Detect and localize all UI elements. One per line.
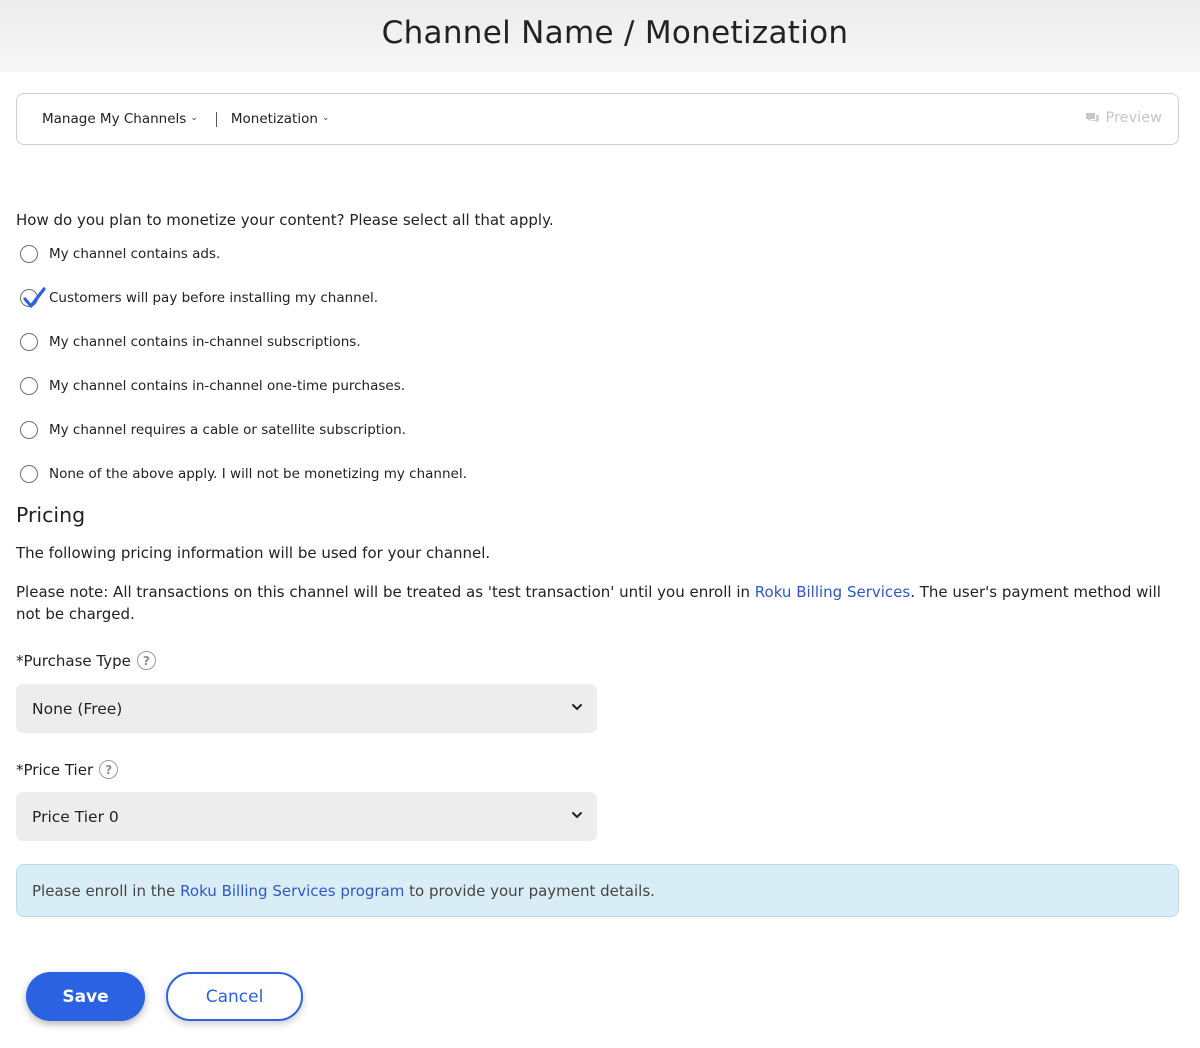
nav-separator [215, 111, 217, 127]
enroll-info-prefix: Please enroll in the [32, 881, 176, 900]
price-tier-label: *Price Tier ? [16, 760, 119, 779]
channel-nav-bar: Manage My Channels ⌄ Monetization ⌄ Prev… [16, 93, 1179, 145]
option-one-time-purchases-label: My channel contains in-channel one-time … [49, 378, 406, 394]
price-tier-label-text: *Price Tier [16, 760, 94, 779]
monetization-question: How do you plan to monetize your content… [16, 211, 554, 229]
option-pay-before-install-checkbox[interactable] [20, 287, 46, 308]
enroll-info-suffix: to provide your payment details. [409, 881, 655, 900]
nav-monetization-label: Monetization [230, 111, 318, 127]
chevron-down-icon: ⌄ [190, 113, 198, 123]
purchase-type-label-text: *Purchase Type [16, 651, 131, 670]
checkmark-icon [23, 287, 46, 308]
roku-billing-program-link[interactable]: Roku Billing Services program [180, 882, 404, 900]
option-ads[interactable]: My channel contains ads. [20, 244, 467, 264]
monetization-options: My channel contains ads. Customers will … [20, 244, 467, 508]
chevron-down-icon: ⌄ [321, 113, 330, 123]
enroll-info-banner: Please enroll in the Roku Billing Servic… [16, 864, 1179, 917]
option-cable-satellite-checkbox[interactable] [20, 421, 38, 439]
roku-billing-services-link[interactable]: Roku Billing Services [755, 583, 910, 601]
chevron-down-icon [572, 704, 582, 711]
option-ads-label: My channel contains ads. [49, 246, 221, 262]
price-tier-select[interactable]: Price Tier 0 [16, 792, 597, 841]
preview-button[interactable]: Preview [1085, 110, 1162, 126]
option-subscriptions-label: My channel contains in-channel subscript… [49, 334, 361, 350]
pricing-note-prefix: Please note: All transactions on this ch… [16, 583, 755, 601]
pricing-note: Please note: All transactions on this ch… [16, 581, 1176, 625]
option-ads-checkbox[interactable] [20, 245, 38, 263]
nav-monetization[interactable]: Monetization ⌄ [231, 111, 330, 127]
price-tier-value: Price Tier 0 [32, 807, 119, 826]
save-button[interactable]: Save [26, 972, 145, 1021]
preview-chat-icon [1085, 112, 1099, 123]
pricing-description: The following pricing information will b… [16, 544, 491, 562]
help-icon[interactable]: ? [136, 651, 156, 670]
option-none-label: None of the above apply. I will not be m… [49, 466, 467, 482]
option-cable-satellite[interactable]: My channel requires a cable or satellite… [20, 420, 467, 440]
option-subscriptions[interactable]: My channel contains in-channel subscript… [20, 332, 467, 352]
chevron-down-icon [572, 812, 582, 819]
option-none[interactable]: None of the above apply. I will not be m… [20, 464, 467, 484]
option-one-time-purchases-checkbox[interactable] [20, 377, 38, 395]
option-subscriptions-checkbox[interactable] [20, 333, 38, 351]
page-title: Channel Name / Monetization [381, 15, 849, 51]
option-pay-before-install-label: Customers will pay before installing my … [49, 290, 379, 306]
page-header: Channel Name / Monetization [0, 0, 1200, 72]
cancel-button[interactable]: Cancel [166, 972, 303, 1021]
option-pay-before-install[interactable]: Customers will pay before installing my … [20, 287, 467, 308]
help-icon[interactable]: ? [99, 760, 119, 779]
pricing-heading: Pricing [16, 503, 86, 527]
option-one-time-purchases[interactable]: My channel contains in-channel one-time … [20, 376, 467, 396]
option-none-checkbox[interactable] [20, 465, 38, 483]
option-cable-satellite-label: My channel requires a cable or satellite… [49, 422, 406, 438]
purchase-type-select[interactable]: None (Free) [16, 684, 597, 733]
nav-manage-my-channels[interactable]: Manage My Channels ⌄ [42, 111, 198, 127]
preview-label: Preview [1105, 110, 1162, 126]
purchase-type-value: None (Free) [32, 699, 123, 718]
nav-manage-my-channels-label: Manage My Channels [42, 111, 187, 127]
purchase-type-label: *Purchase Type ? [16, 651, 156, 670]
